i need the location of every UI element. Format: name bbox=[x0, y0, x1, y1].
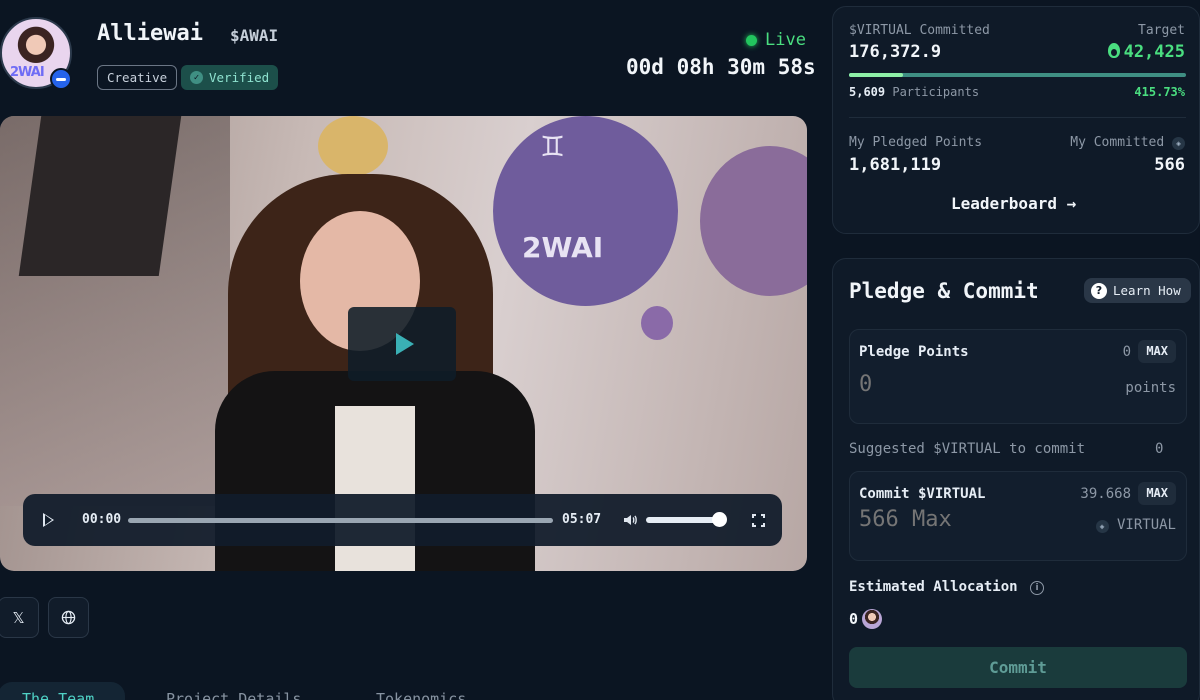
commit-max-button[interactable]: MAX bbox=[1138, 482, 1176, 505]
estimated-allocation: 0 bbox=[849, 609, 883, 629]
commit-virtual-unit: VIRTUAL bbox=[1116, 517, 1176, 533]
my-committed-label: My Committed bbox=[1070, 135, 1165, 150]
learn-how-button[interactable]: ? Learn How bbox=[1084, 278, 1191, 303]
pledge-commit-title: Pledge & Commit bbox=[849, 279, 1039, 303]
my-committed-label-wrapper: My Committed ◈ bbox=[1070, 135, 1185, 150]
participants-count: 5,609 bbox=[849, 85, 886, 99]
tab-the-team[interactable]: The Team bbox=[22, 690, 94, 700]
virtual-coin-icon: ◈ bbox=[1172, 137, 1185, 150]
agent-name: Alliewai bbox=[97, 21, 203, 46]
commit-virtual-balance: 39.668 bbox=[1080, 486, 1131, 502]
committed-label: $VIRTUAL Committed bbox=[849, 23, 990, 38]
video-frame-logo-text: 2WAI bbox=[522, 231, 604, 264]
participants: 5,609 Participants bbox=[849, 85, 979, 99]
avatar-status-icon bbox=[50, 68, 72, 90]
my-pledged-label: My Pledged Points bbox=[849, 135, 983, 150]
committed-value: 176,372.9 bbox=[849, 42, 942, 62]
suggested-label: Suggested $VIRTUAL to commit bbox=[849, 441, 1086, 457]
pledge-points-label: Pledge Points bbox=[859, 344, 969, 360]
commit-stats-panel: $VIRTUAL Committed Target 176,372.9 42,4… bbox=[832, 6, 1200, 234]
seek-bar[interactable] bbox=[128, 518, 553, 523]
virtual-coin-icon: ◈ bbox=[1095, 520, 1109, 533]
creative-tag-label: Creative bbox=[107, 70, 168, 85]
verified-tag: ✓ Verified bbox=[181, 65, 279, 90]
live-indicator: Live bbox=[746, 30, 806, 50]
commit-virtual-unit-wrapper: ◈ VIRTUAL bbox=[1095, 517, 1176, 533]
my-committed-value: 566 bbox=[1154, 155, 1185, 175]
video-player[interactable]: ♊ 2WAI 00:00 05:07 bbox=[0, 116, 807, 571]
suggested-value: 0 bbox=[1155, 441, 1164, 457]
help-icon: ? bbox=[1091, 282, 1107, 299]
commit-progress-fill bbox=[849, 73, 903, 77]
commit-virtual-box: Commit $VIRTUAL 39.668 MAX ◈ VIRTUAL bbox=[849, 471, 1187, 561]
x-icon: 𝕏 bbox=[12, 608, 25, 627]
commit-virtual-label: Commit $VIRTUAL bbox=[859, 486, 986, 502]
info-icon[interactable]: i bbox=[1030, 581, 1045, 595]
learn-how-label: Learn How bbox=[1113, 283, 1181, 298]
target-value: 42,425 bbox=[1123, 42, 1185, 62]
estimated-allocation-label-wrapper: Estimated Allocation i bbox=[849, 579, 1045, 595]
commit-progress-bar bbox=[849, 73, 1186, 77]
token-avatar bbox=[862, 609, 883, 629]
agent-ticker: $AWAI bbox=[230, 26, 279, 45]
tab-tokenomics[interactable]: Tokenomics bbox=[376, 690, 466, 700]
play-button[interactable] bbox=[43, 513, 54, 527]
commit-virtual-input[interactable] bbox=[859, 507, 1059, 532]
play-icon bbox=[395, 333, 414, 355]
video-frame-circle bbox=[318, 116, 388, 176]
website-link-button[interactable] bbox=[48, 597, 89, 638]
verified-tag-label: Verified bbox=[209, 70, 270, 85]
big-play-button[interactable] bbox=[348, 307, 456, 381]
video-frame-circle bbox=[641, 306, 673, 340]
pledge-points-unit: points bbox=[1125, 380, 1176, 396]
commit-button[interactable]: Commit bbox=[849, 647, 1187, 688]
fullscreen-icon[interactable] bbox=[751, 513, 766, 528]
video-frame-person-shirt bbox=[335, 406, 415, 571]
target-value-wrapper: 42,425 bbox=[1107, 42, 1185, 62]
pledge-commit-panel: Pledge & Commit ? Learn How Pledge Point… bbox=[832, 258, 1200, 700]
flame-icon bbox=[1107, 43, 1120, 58]
target-label: Target bbox=[1138, 23, 1185, 38]
duration: 05:07 bbox=[562, 512, 602, 527]
x-link-button[interactable]: 𝕏 bbox=[0, 597, 39, 638]
avatar-logo-text: 2WAI bbox=[10, 65, 45, 80]
my-pledged-value: 1,681,119 bbox=[849, 155, 942, 175]
video-controls: 00:00 05:07 bbox=[23, 494, 782, 546]
volume-icon[interactable] bbox=[623, 513, 637, 527]
estimated-allocation-label: Estimated Allocation bbox=[849, 579, 1018, 595]
pledge-points-input[interactable] bbox=[859, 372, 1059, 397]
pledge-points-balance: 0 bbox=[1122, 344, 1131, 360]
video-frame-softbox bbox=[18, 116, 182, 276]
verified-check-icon: ✓ bbox=[190, 71, 203, 84]
live-label: Live bbox=[765, 30, 806, 50]
current-time: 00:00 bbox=[82, 512, 122, 527]
video-frame-logo-glyph: ♊ bbox=[540, 130, 566, 163]
divider bbox=[849, 117, 1186, 118]
leaderboard-link[interactable]: Leaderboard → bbox=[951, 194, 1076, 213]
creative-tag: Creative bbox=[97, 65, 178, 90]
pledge-max-button[interactable]: MAX bbox=[1138, 340, 1176, 363]
video-frame-circle bbox=[700, 146, 807, 296]
volume-slider-handle[interactable] bbox=[712, 512, 727, 527]
globe-icon bbox=[61, 610, 76, 625]
commit-percent: 415.73% bbox=[1134, 85, 1185, 99]
estimated-allocation-value: 0 bbox=[849, 610, 859, 628]
tab-project-details[interactable]: Project Details bbox=[166, 690, 301, 700]
participants-label: Participants bbox=[892, 85, 980, 99]
countdown-timer: 00d 08h 30m 58s bbox=[626, 55, 816, 79]
pledge-points-box: Pledge Points 0 MAX points bbox=[849, 329, 1187, 424]
video-frame-logo-circle bbox=[493, 116, 678, 306]
live-dot-icon bbox=[746, 34, 757, 46]
